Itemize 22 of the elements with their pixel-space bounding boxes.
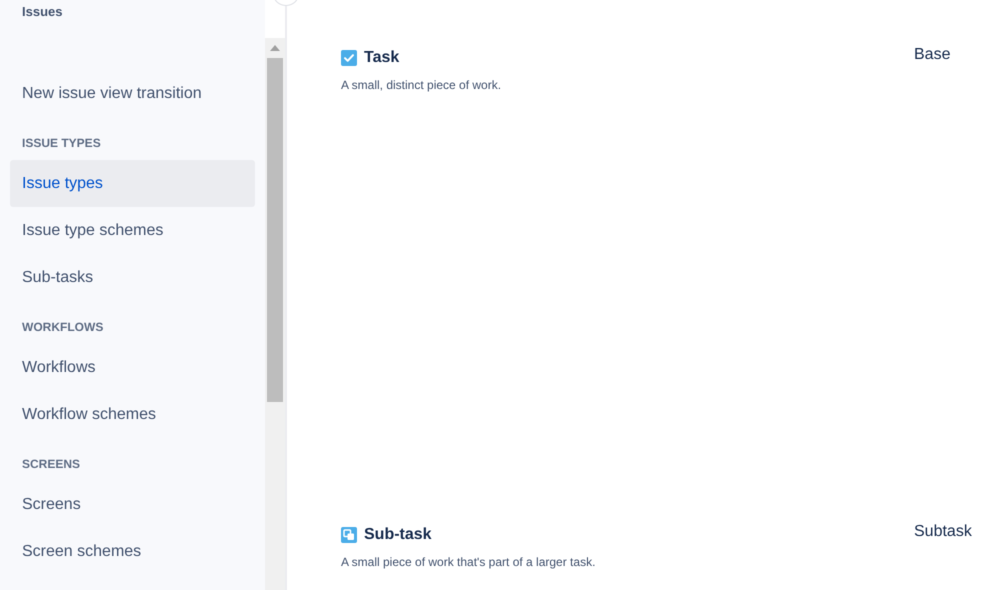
issue-type-category: Base xyxy=(914,45,950,65)
issue-type-name: Sub-task xyxy=(364,525,432,545)
issue-type-description: A small piece of work that's part of a larger task. xyxy=(341,554,596,571)
sidebar-item[interactable]: Workflow schemes xyxy=(10,391,255,438)
sidebar-item[interactable]: Sub-tasks xyxy=(10,254,255,301)
sidebar-item[interactable]: Screen schemes xyxy=(10,528,255,575)
scroll-up-arrow-icon[interactable] xyxy=(270,45,280,51)
sidebar-item[interactable]: Workflows xyxy=(10,344,255,391)
section-heading: WORKFLOWS xyxy=(21,319,104,336)
sidebar-item[interactable]: Issue types xyxy=(10,160,255,207)
overlapping-squares-icon xyxy=(341,527,357,543)
sidebar-item[interactable]: Issue type schemes xyxy=(10,207,255,254)
checkbox-icon xyxy=(341,50,357,66)
issue-type-description: A small, distinct piece of work. xyxy=(341,77,502,94)
section-heading: SCREENS xyxy=(21,456,82,473)
sidebar-item[interactable]: Screens xyxy=(10,481,255,528)
sidebar-item[interactable]: New issue view transition xyxy=(10,70,255,117)
issue-type-category: Subtask xyxy=(914,522,972,542)
issue-type-name: Task xyxy=(364,48,400,68)
section-heading: ISSUE TYPES xyxy=(21,135,102,152)
sidebar-title: Issues xyxy=(21,5,64,19)
scrollbar-thumb[interactable] xyxy=(267,58,283,402)
